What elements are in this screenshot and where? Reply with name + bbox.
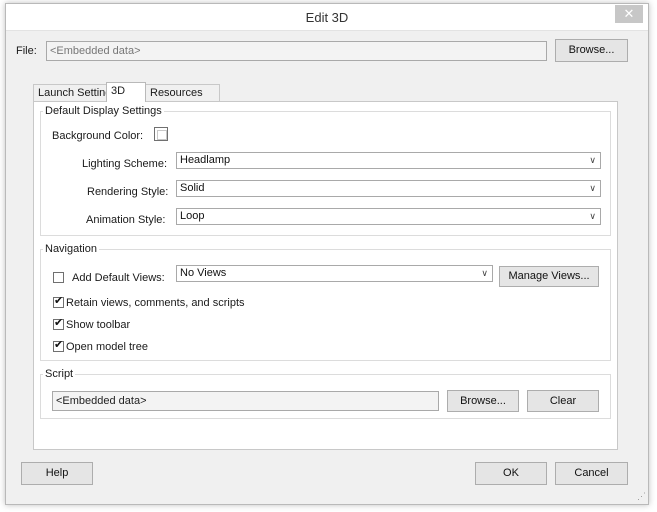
show-toolbar-checkbox[interactable]: ✔ xyxy=(53,317,64,330)
lighting-scheme-select[interactable]: Headlamp ∨ xyxy=(176,152,601,169)
rendering-style-select[interactable]: Solid ∨ xyxy=(176,180,601,197)
add-default-views-checkbox[interactable] xyxy=(53,272,64,283)
default-views-value: No Views xyxy=(180,267,227,279)
chevron-down-icon: ∨ xyxy=(589,155,596,165)
lighting-scheme-value: Headlamp xyxy=(180,154,231,166)
display-settings-group: Default Display Settings Background Colo… xyxy=(40,105,611,236)
navigation-legend: Navigation xyxy=(43,243,99,255)
script-group: Script <Embedded data> Browse... Clear xyxy=(40,368,611,419)
default-views-select[interactable]: No Views ∨ xyxy=(176,265,493,282)
open-model-tree-checkbox[interactable]: ✔ xyxy=(53,339,64,352)
checkmark-icon: ✔ xyxy=(54,317,64,329)
retain-views-checkbox[interactable]: ✔ xyxy=(53,295,64,308)
script-browse-button[interactable]: Browse... xyxy=(447,390,519,412)
animation-style-label: Animation Style: xyxy=(86,214,166,226)
tab-resources[interactable]: Resources xyxy=(145,84,220,102)
script-legend: Script xyxy=(43,368,76,380)
checkmark-icon: ✔ xyxy=(54,339,64,351)
edit-3d-dialog: Edit 3D ✕ File: <Embedded data> Browse..… xyxy=(5,3,649,505)
add-default-views-label: Add Default Views: xyxy=(72,272,165,284)
checkmark-icon: ✔ xyxy=(54,295,64,307)
dialog-title: Edit 3D xyxy=(305,10,349,25)
ok-button[interactable]: OK xyxy=(475,462,547,485)
show-toolbar-label: Show toolbar xyxy=(66,319,131,331)
display-settings-legend: Default Display Settings xyxy=(43,105,164,117)
script-path-field: <Embedded data> xyxy=(52,391,439,411)
file-path-field: <Embedded data> xyxy=(46,41,547,61)
file-browse-button[interactable]: Browse... xyxy=(555,39,628,62)
navigation-group: Navigation Add Default Views: No Views ∨… xyxy=(40,243,611,361)
tab-3d[interactable]: 3D xyxy=(106,82,146,102)
resize-grip-icon[interactable]: ⋰ xyxy=(637,491,646,502)
chevron-down-icon: ∨ xyxy=(481,268,488,278)
cancel-button[interactable]: Cancel xyxy=(555,462,628,485)
chevron-down-icon: ∨ xyxy=(589,183,596,193)
help-button[interactable]: Help xyxy=(21,462,93,485)
close-icon[interactable]: ✕ xyxy=(615,5,643,23)
open-model-tree-label: Open model tree xyxy=(66,341,148,353)
animation-style-select[interactable]: Loop ∨ xyxy=(176,208,601,225)
retain-views-label: Retain views, comments, and scripts xyxy=(66,297,245,309)
file-label: File: xyxy=(16,45,37,57)
manage-views-button[interactable]: Manage Views... xyxy=(499,266,599,287)
tab-launch-settings[interactable]: Launch Settings xyxy=(33,84,117,102)
background-color-label: Background Color: xyxy=(52,130,144,142)
animation-style-value: Loop xyxy=(180,210,205,222)
tab-panel-3d: Default Display Settings Background Colo… xyxy=(33,101,618,450)
color-swatch-fill xyxy=(157,130,167,140)
background-color-swatch[interactable] xyxy=(154,127,168,141)
rendering-style-value: Solid xyxy=(180,182,205,194)
script-clear-button[interactable]: Clear xyxy=(527,390,599,412)
rendering-style-label: Rendering Style: xyxy=(87,186,169,198)
chevron-down-icon: ∨ xyxy=(589,211,596,221)
title-bar: Edit 3D ✕ xyxy=(6,4,648,31)
lighting-scheme-label: Lighting Scheme: xyxy=(82,158,167,170)
